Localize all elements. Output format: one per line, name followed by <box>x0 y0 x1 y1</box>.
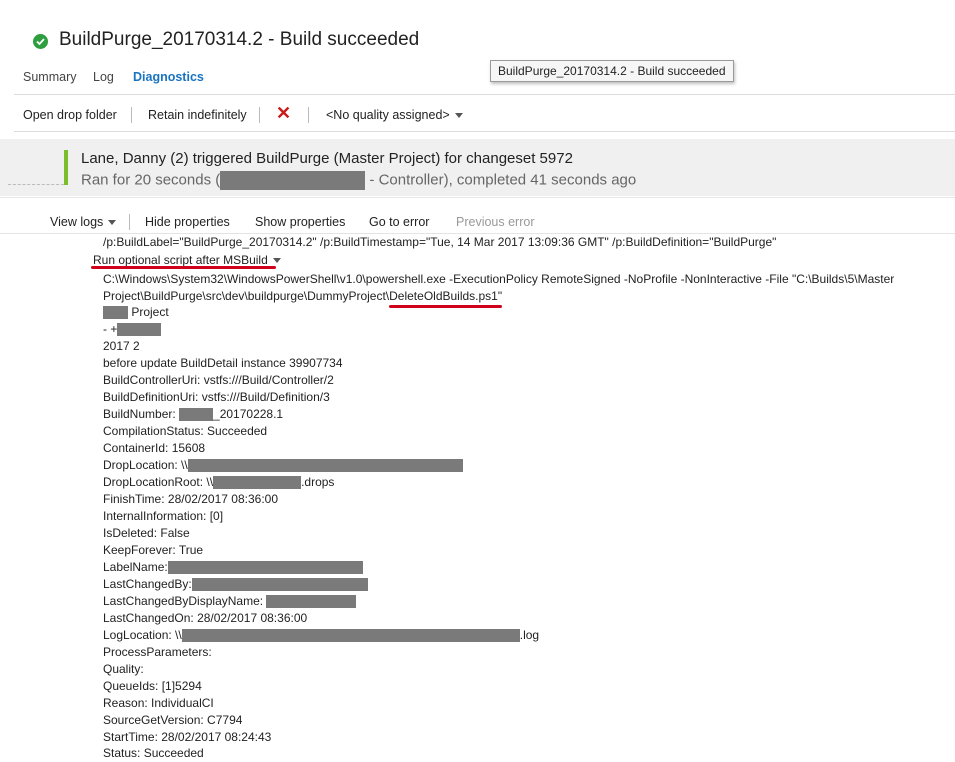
log-line: StartTime: 28/02/2017 08:24:43 <box>103 730 272 744</box>
chevron-down-icon <box>454 113 463 119</box>
title-tooltip: BuildPurge_20170314.2 - Build succeeded <box>490 60 734 82</box>
log-line: LastChangedBy: <box>103 576 368 593</box>
retain-indefinitely-button[interactable]: Retain indefinitely <box>148 108 247 122</box>
step-expander[interactable]: Run optional script after MSBuild <box>93 253 281 267</box>
log-location-suffix: .log <box>519 628 540 642</box>
status-indicator-bar <box>64 150 68 185</box>
redacted-block <box>103 306 128 320</box>
log-line: BuildControllerUri: vstfs:///Build/Contr… <box>103 373 334 387</box>
log-line: - + <box>103 321 162 338</box>
log-line: ContainerId: 15608 <box>103 441 206 455</box>
hide-properties-button[interactable]: Hide properties <box>145 215 230 229</box>
toolbar-separator <box>129 214 130 230</box>
cmd-path: Project\BuildPurge\src\dev\buildpurge\Du… <box>103 289 390 303</box>
view-logs-dropdown[interactable]: View logs <box>50 215 117 229</box>
tab-log[interactable]: Log <box>93 70 114 84</box>
log-line: KeepForever: True <box>103 543 204 557</box>
quality-dropdown[interactable]: <No quality assigned> <box>326 108 463 122</box>
chevron-down-icon <box>272 258 281 264</box>
log-line: before update BuildDetail instance 39907… <box>103 356 343 370</box>
tab-summary[interactable]: Summary <box>23 70 76 84</box>
open-drop-folder-button[interactable]: Open drop folder <box>23 108 117 122</box>
log-line: CompilationStatus: Succeeded <box>103 424 268 438</box>
build-number-suffix: _20170228.1 <box>213 407 284 421</box>
redacted-block <box>191 578 368 592</box>
check-circle-icon <box>33 34 48 49</box>
dashed-connector <box>8 184 64 185</box>
chevron-down-icon <box>108 220 117 226</box>
log-line-cmd-2: Project\BuildPurge\src\dev\buildpurge\Du… <box>103 288 502 305</box>
log-line: ProcessParameters: <box>103 645 212 659</box>
log-line-partial: /p:BuildLabel="BuildPurge_20170314.2" /p… <box>103 235 777 249</box>
log-line: SourceGetVersion: C7794 <box>103 713 243 727</box>
go-to-error-button[interactable]: Go to error <box>369 215 429 229</box>
log-line: BuildDefinitionUri: vstfs:///Build/Defin… <box>103 390 330 404</box>
log-line: Reason: IndividualCI <box>103 696 214 710</box>
log-line: IsDeleted: False <box>103 526 190 540</box>
run-info: Ran for 20 seconds ( - Controller), comp… <box>81 171 636 190</box>
toolbar-separator <box>259 107 260 123</box>
tab-diagnostics[interactable]: Diagnostics <box>133 70 204 84</box>
drop-location-label: DropLocation: \\ <box>103 458 188 472</box>
redacted-block <box>181 629 520 643</box>
redacted-block <box>187 459 463 473</box>
log-location-label: LogLocation: \\ <box>103 628 182 642</box>
log-line: LabelName: <box>103 559 363 576</box>
tabs-divider <box>14 94 955 95</box>
log-line: 2017 2 <box>103 339 140 353</box>
annotation-underline <box>389 305 502 308</box>
annotation-underline <box>91 266 276 269</box>
drop-root-suffix: .drops <box>301 475 335 489</box>
log-line: QueueIds: [1]5294 <box>103 679 202 693</box>
cmd-quote: " <box>497 289 503 303</box>
log-line: Quality: <box>103 662 144 676</box>
toolbar-separator <box>131 107 132 123</box>
show-properties-button[interactable]: Show properties <box>255 215 345 229</box>
log-line: LogLocation: \\ .log <box>103 627 539 644</box>
dash-plus: - + <box>103 322 118 336</box>
redacted-block <box>167 561 363 575</box>
redacted-block <box>179 408 214 422</box>
log-line-cmd-1: C:\Windows\System32\WindowsPowerShell\v1… <box>103 272 895 286</box>
run-info-prefix: Ran for 20 seconds ( <box>81 171 221 189</box>
log-line: DropLocationRoot: \\ .drops <box>103 474 334 491</box>
log-line: FinishTime: 28/02/2017 08:36:00 <box>103 492 279 506</box>
toolbar-divider <box>14 131 955 132</box>
project-label: Project <box>128 305 169 319</box>
log-line: LastChangedOn: 28/02/2017 08:36:00 <box>103 611 308 625</box>
banner-divider <box>0 197 955 198</box>
script-filename: DeleteOldBuilds.ps1 <box>389 289 498 303</box>
log-toolbar-divider <box>0 233 955 234</box>
log-line: Project <box>103 304 169 321</box>
previous-error-button: Previous error <box>456 215 535 229</box>
redacted-block <box>117 323 162 337</box>
delete-x-icon[interactable]: ✕ <box>276 103 291 124</box>
log-line: Status: Succeeded <box>103 746 204 760</box>
label-name-label: LabelName: <box>103 560 168 574</box>
redacted-block <box>213 476 302 490</box>
view-logs-label: View logs <box>50 215 104 229</box>
log-line: LastChangedByDisplayName: <box>103 593 357 610</box>
page-title: BuildPurge_20170314.2 - Build succeeded <box>59 29 420 50</box>
drop-root-label: DropLocationRoot: \\ <box>103 475 214 489</box>
step-label: Run optional script after MSBuild <box>93 253 268 267</box>
quality-dropdown-label: <No quality assigned> <box>326 108 450 122</box>
redacted-block <box>266 595 357 609</box>
toolbar-separator <box>308 107 309 123</box>
log-line: DropLocation: \\ <box>103 457 463 474</box>
run-info-suffix: - Controller), completed 41 seconds ago <box>365 171 637 189</box>
log-line: BuildNumber: _20170228.1 <box>103 406 283 423</box>
last-changed-by-label: LastChangedBy: <box>103 577 192 591</box>
redacted-block <box>220 171 366 190</box>
trigger-info: Lane, Danny (2) triggered BuildPurge (Ma… <box>81 150 573 167</box>
log-line: InternalInformation: [0] <box>103 509 224 523</box>
build-number-label: BuildNumber: <box>103 407 180 421</box>
last-changed-display-label: LastChangedByDisplayName: <box>103 594 267 608</box>
